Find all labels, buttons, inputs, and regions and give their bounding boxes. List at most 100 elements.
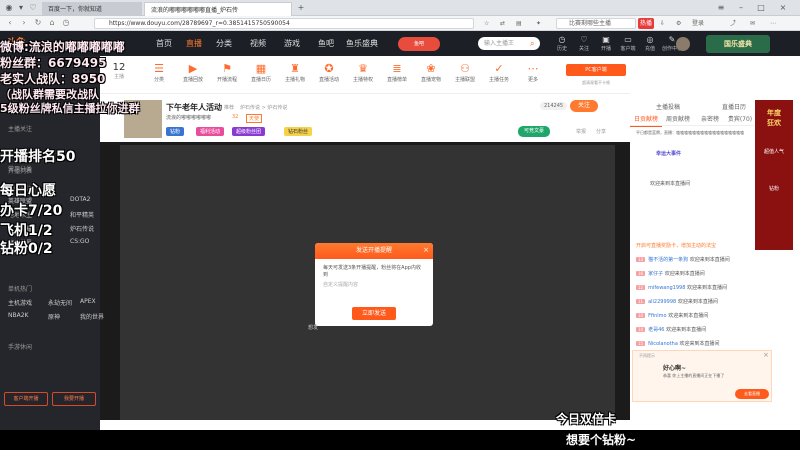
report-link[interactable]: 举报 — [576, 128, 586, 135]
side-advertisement[interactable]: 年度 狂欢 超值人气 钻粉 — [755, 100, 793, 250]
url-input[interactable]: https://www.douyu.com/28789697_r=0.38514… — [94, 18, 474, 29]
refresh-icon[interactable]: ↻ — [32, 17, 44, 29]
cat-item[interactable]: ♜ 主播礼物 — [278, 62, 312, 83]
reader-icon[interactable]: ▤ — [516, 18, 522, 29]
sidebar-item[interactable]: 主机游戏 — [8, 298, 32, 307]
cat-item[interactable]: ▶ 直播回放 — [176, 62, 210, 83]
mail-icon[interactable]: ✉ — [750, 18, 755, 29]
nav-game[interactable]: 游戏 — [284, 31, 300, 56]
sidebar-item[interactable]: 原神 — [48, 312, 60, 321]
cat-item[interactable]: ⋯ 更多 — [516, 62, 550, 83]
popup-dismiss[interactable]: 不再提示 — [639, 353, 655, 359]
rank-tab-week[interactable]: 周贡献榜 — [662, 114, 694, 126]
rank-tab-day[interactable]: 日贡献榜 — [630, 114, 662, 127]
cat-item[interactable]: ☰ 分类 — [142, 62, 176, 83]
download-icon[interactable]: ⇩ — [660, 18, 665, 29]
cat-item[interactable]: ♛ 主播特权 — [346, 62, 380, 83]
search-icon[interactable]: ⌕ — [530, 39, 534, 49]
new-tab-icon[interactable]: + — [294, 2, 308, 14]
favorite-icon[interactable]: ♡ — [26, 2, 40, 14]
reminder-input[interactable]: 自定义提醒内容 — [323, 282, 425, 289]
extension-icon[interactable]: ✦ — [536, 18, 541, 29]
rtab-post[interactable]: 主播投稿 — [656, 102, 680, 111]
category-path[interactable]: 炉石传说 > 炉石传说 — [240, 104, 287, 111]
share-link[interactable]: 分享 — [596, 128, 606, 135]
hot-badge[interactable]: 热播 — [638, 18, 655, 29]
close-window-icon[interactable]: × — [776, 2, 790, 14]
cat-item[interactable]: ▦ 直播日历 — [244, 62, 278, 83]
nav-category[interactable]: 分类 — [216, 31, 232, 56]
sidebar-follow[interactable]: 主播关注 — [8, 124, 32, 133]
client-nav-icon[interactable]: ▭ 客户端 — [616, 35, 640, 55]
chat-user[interactable]: Nicolanotha — [648, 341, 678, 347]
history-icon[interactable]: ◷ — [60, 17, 72, 29]
tab-douyu[interactable]: 流浪的嘟嘟嘟嘟嘟嘟直播_炉石传 — [144, 2, 292, 16]
sidebar-item[interactable]: 我的世界 — [80, 312, 104, 321]
sidebar-item[interactable]: NBA2K — [8, 312, 28, 319]
browser-search-input[interactable]: 比赛剩哪些主播 — [556, 18, 636, 29]
cat-item[interactable]: ⚑ 开播流程 — [210, 62, 244, 83]
badge-diamond[interactable]: 钻粉 — [166, 127, 185, 136]
cat-item[interactable]: ❀ 直播宠物 — [414, 62, 448, 83]
rtab-calendar[interactable]: 直播日历 — [722, 102, 746, 111]
event-title[interactable]: 幸运大事件 — [656, 150, 681, 157]
room-tag[interactable]: 推荐 — [224, 104, 234, 111]
nav-home[interactable]: 首页 — [156, 31, 172, 56]
chat-user[interactable]: 老哥46 — [648, 327, 664, 333]
download-client-button[interactable]: 客户端开播 — [4, 392, 48, 406]
popup-close-icon[interactable]: × — [763, 351, 769, 359]
sidebar-item[interactable]: 炉石传说 — [70, 224, 94, 233]
more-icon[interactable]: ⋯ — [770, 18, 776, 29]
chat-user[interactable]: ali2299998 — [648, 299, 676, 305]
chat-user[interactable]: 家仔子 — [648, 271, 663, 277]
bookmark-icon[interactable]: ☆ — [484, 18, 489, 29]
promo-badge[interactable]: 鱼吧 — [398, 37, 440, 51]
chat-user[interactable]: 猫不活的第一条狗 — [648, 257, 688, 263]
popup-button[interactable]: 去看直播 — [735, 389, 769, 399]
share-icon[interactable]: ⤴ — [730, 18, 736, 29]
badge-superfans[interactable]: 超级粉丝团 — [232, 127, 266, 136]
sidebar-item[interactable]: DOTA2 — [70, 196, 90, 203]
cat-item[interactable]: ✪ 直播活动 — [312, 62, 346, 83]
follow-button[interactable]: 关注 — [570, 100, 598, 112]
nav-live[interactable]: 直播 — [186, 31, 202, 56]
sidebar-item[interactable]: APEX — [80, 298, 96, 305]
badge-diamondfans[interactable]: 钻石粉丝 — [284, 127, 313, 136]
promo-banner[interactable]: 国乐盛典 — [706, 35, 770, 53]
avatar[interactable] — [676, 37, 690, 51]
history-nav-icon[interactable]: ◷ 历史 — [550, 35, 574, 55]
minimize-icon[interactable]: – — [734, 2, 748, 14]
cat-item[interactable]: ✓ 主播任务 — [482, 62, 516, 83]
sidebar-item[interactable]: 永劫无间 — [48, 298, 72, 307]
anchor-name[interactable]: 流浪的嘟嘟嘟嘟嘟嘟 — [166, 114, 211, 121]
tab-baidu[interactable]: 百度一下，你就知道 — [42, 2, 142, 16]
home-icon[interactable]: ⌂ — [46, 17, 58, 29]
broadcast-nav-icon[interactable]: ▣ 开播 — [594, 35, 618, 55]
send-now-button[interactable]: 立即发送 — [352, 307, 396, 320]
badge-welfare[interactable]: 福利活动 — [196, 127, 225, 136]
login-link[interactable]: 登录 — [692, 18, 704, 29]
bet-button[interactable]: 可竞文豪 — [518, 126, 551, 137]
fans-badge[interactable]: 天使 — [246, 114, 263, 123]
follow-nav-icon[interactable]: ♡ 关注 — [572, 35, 596, 55]
nav-video[interactable]: 视频 — [250, 31, 266, 56]
forward-icon[interactable]: › — [18, 17, 30, 29]
cat-item[interactable]: ≣ 直播榜单 — [380, 62, 414, 83]
rank-tab-vip[interactable]: 贵宾(70) — [724, 114, 756, 126]
back-icon[interactable]: ‹ — [4, 17, 16, 29]
apply-broadcast-button[interactable]: 我要开播 — [52, 392, 96, 406]
translate-icon[interactable]: ⇄ — [500, 18, 505, 29]
cat-item[interactable]: ⚇ 主播联盟 — [448, 62, 482, 83]
maximize-icon[interactable]: □ — [754, 2, 768, 14]
close-icon[interactable]: × — [423, 246, 429, 254]
sidebar-item[interactable]: 和平精英 — [70, 210, 94, 219]
rank-tab-intimate[interactable]: 亲密榜 — [694, 114, 726, 126]
sidebar-item[interactable]: CS:GO — [70, 238, 89, 245]
menu-icon[interactable]: ≡ — [714, 2, 728, 14]
nav-festival[interactable]: 鱼乐盛典 — [346, 31, 378, 56]
recharge-nav-icon[interactable]: ◎ 充值 — [638, 35, 662, 55]
tools-icon[interactable]: ⚙ — [676, 18, 681, 29]
pc-client-button[interactable]: PC客户端 — [566, 64, 626, 76]
chat-user[interactable]: mifewang1998 — [648, 285, 685, 291]
chat-user[interactable]: Ffinlmo — [648, 313, 667, 319]
